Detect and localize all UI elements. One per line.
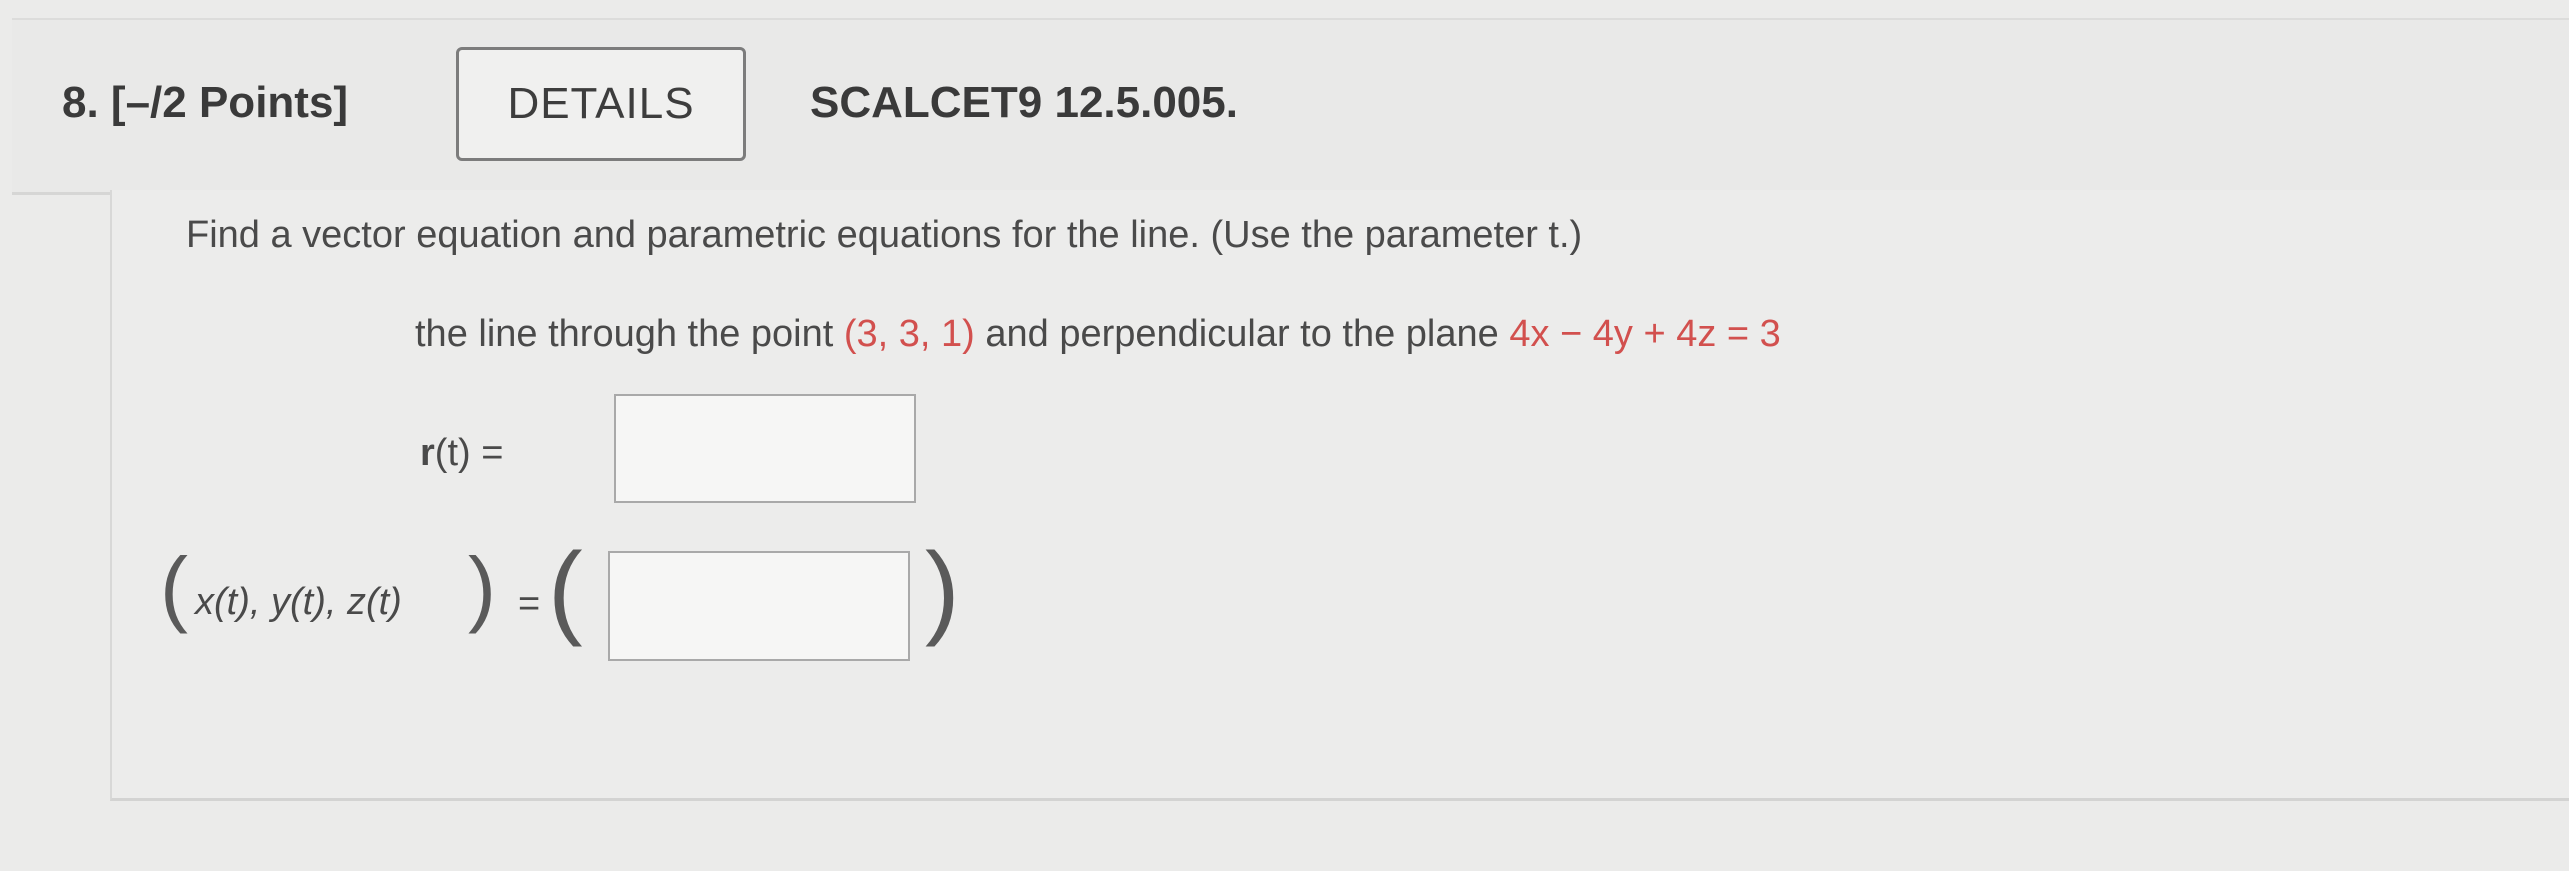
right-paren-answer: ) [925, 532, 960, 648]
question-number: 8. [–/2 Points] [62, 78, 349, 127]
vector-equation-label: r(t) = [420, 432, 503, 475]
vector-symbol: r [420, 432, 435, 474]
instruction-text: Find a vector equation and parametric eq… [186, 214, 1583, 256]
parametric-equations-input[interactable] [608, 551, 910, 661]
problem-statement: the line through the point (3, 3, 1) and… [415, 313, 1781, 356]
parametric-label: x(t), y(t), z(t) [195, 581, 402, 623]
right-paren-label: ) [468, 540, 496, 634]
point-value: (3, 3, 1) [843, 313, 975, 355]
vector-label-rest: (t) = [434, 432, 504, 474]
parametric-equals: = [518, 583, 541, 625]
vector-equation-input[interactable] [614, 394, 916, 503]
plane-equation: 4x − 4y + 4z = 3 [1509, 313, 1781, 355]
left-paren-label: ( [160, 540, 188, 634]
statement-middle: and perpendicular to the plane [974, 313, 1510, 355]
question-header [12, 18, 2569, 195]
statement-prefix: the line through the point [415, 313, 844, 355]
course-code: SCALCET9 12.5.005. [810, 78, 1238, 127]
question-body [110, 190, 2569, 801]
left-paren-answer: ( [548, 532, 583, 648]
details-button[interactable]: DETAILS [456, 47, 746, 161]
